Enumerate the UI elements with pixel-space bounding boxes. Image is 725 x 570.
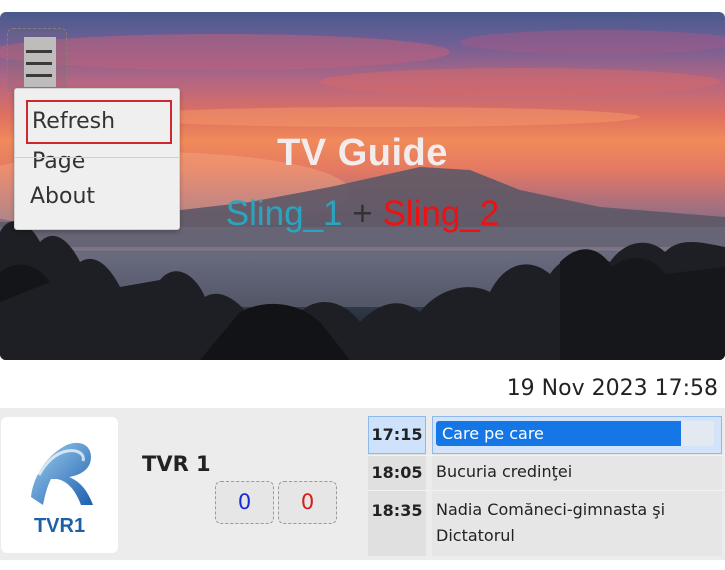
menu-item-refresh-page[interactable]: Refresh Page	[26, 100, 172, 174]
row-divider	[368, 490, 725, 491]
menu-divider	[15, 157, 179, 158]
subtitle-plus: +	[352, 194, 373, 233]
subtitle-sling-2: Sling_2	[382, 194, 500, 233]
row-divider	[368, 455, 725, 456]
logo-label: TVR1	[33, 515, 86, 537]
hamburger-line	[26, 50, 52, 53]
program-time: 18:05	[371, 463, 423, 482]
program-title[interactable]: Nadia Comăneci-gimnasta şi Dictatorul	[436, 497, 716, 549]
menu-item-about[interactable]: About	[30, 177, 194, 217]
program-schedule: 17:15 Care pe care 18:05 Bucuria credinţ…	[368, 408, 725, 560]
counter-red-button[interactable]: 0	[278, 481, 337, 524]
channel-name: TVR 1	[142, 452, 211, 476]
hamburger-line	[26, 74, 52, 77]
tvr1-logo-icon	[31, 442, 93, 505]
dropdown-menu: Refresh Page About	[14, 88, 180, 230]
subtitle-sling-1: Sling_1	[225, 194, 343, 233]
channel-row: TVR1 TVR 1 0 0 17:15 Care pe care 18:05 …	[0, 408, 725, 560]
current-datetime: 19 Nov 2023 17:58	[506, 376, 718, 401]
channel-logo[interactable]: TVR1	[1, 417, 118, 553]
counter-blue-button[interactable]: 0	[215, 481, 274, 524]
program-title[interactable]: Bucuria credinţei	[436, 459, 716, 485]
hamburger-line	[26, 62, 52, 65]
program-time: 17:15	[371, 425, 423, 444]
hamburger-menu-button[interactable]	[7, 28, 67, 92]
program-title[interactable]: Care pe care	[442, 421, 722, 447]
program-time: 18:35	[371, 501, 423, 520]
